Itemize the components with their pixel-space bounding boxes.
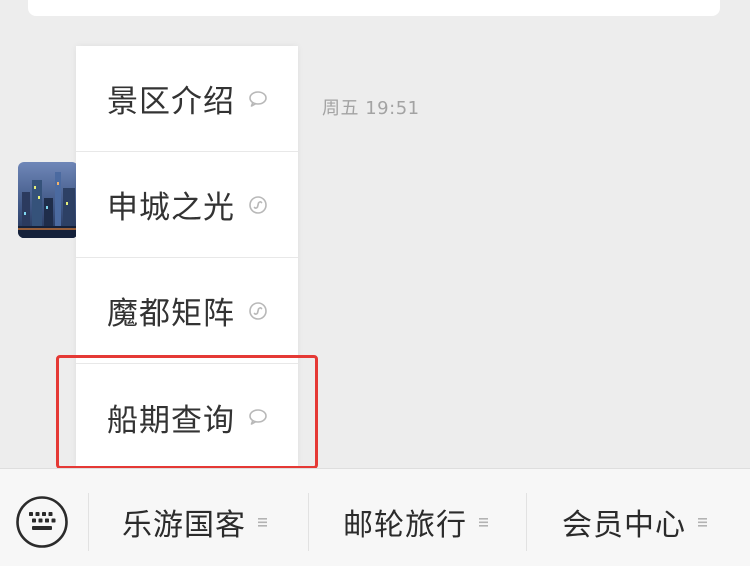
message-timestamp: 周五 19:51 xyxy=(322,98,420,119)
menu-item-shencheng[interactable]: 申城之光 xyxy=(76,152,298,258)
menu-lines-icon xyxy=(698,516,710,528)
menu-item-label: 魔都矩阵 xyxy=(107,296,235,332)
menu-item-scenic-intro[interactable]: 景区介绍 xyxy=(76,46,298,152)
bar-item-cruise[interactable]: 邮轮旅行 xyxy=(343,491,491,553)
menu-lines-icon xyxy=(479,516,491,528)
avatar[interactable] xyxy=(18,162,78,238)
mini-program-icon xyxy=(248,301,268,321)
bar-item-member[interactable]: 会员中心 xyxy=(562,491,710,553)
bar-item-label: 邮轮旅行 xyxy=(343,508,467,543)
highlight-box xyxy=(56,355,318,469)
mini-program-icon xyxy=(248,195,268,215)
bar-divider xyxy=(308,493,309,551)
menu-item-modu-matrix[interactable]: 魔都矩阵 xyxy=(76,258,298,364)
menu-item-label: 申城之光 xyxy=(107,190,235,226)
bar-item-label: 乐游国客 xyxy=(122,508,246,543)
keyboard-icon[interactable] xyxy=(15,495,69,549)
previous-message-card xyxy=(28,0,720,16)
bar-item-leyou[interactable]: 乐游国客 xyxy=(122,491,270,553)
bottom-menu-bar: 乐游国客 邮轮旅行 会员中心 xyxy=(0,468,750,566)
chat-bubble-icon xyxy=(248,89,268,109)
bar-item-label: 会员中心 xyxy=(562,508,686,543)
bar-divider xyxy=(526,493,527,551)
menu-item-label: 景区介绍 xyxy=(107,84,235,120)
bar-divider xyxy=(88,493,89,551)
menu-lines-icon xyxy=(258,516,270,528)
